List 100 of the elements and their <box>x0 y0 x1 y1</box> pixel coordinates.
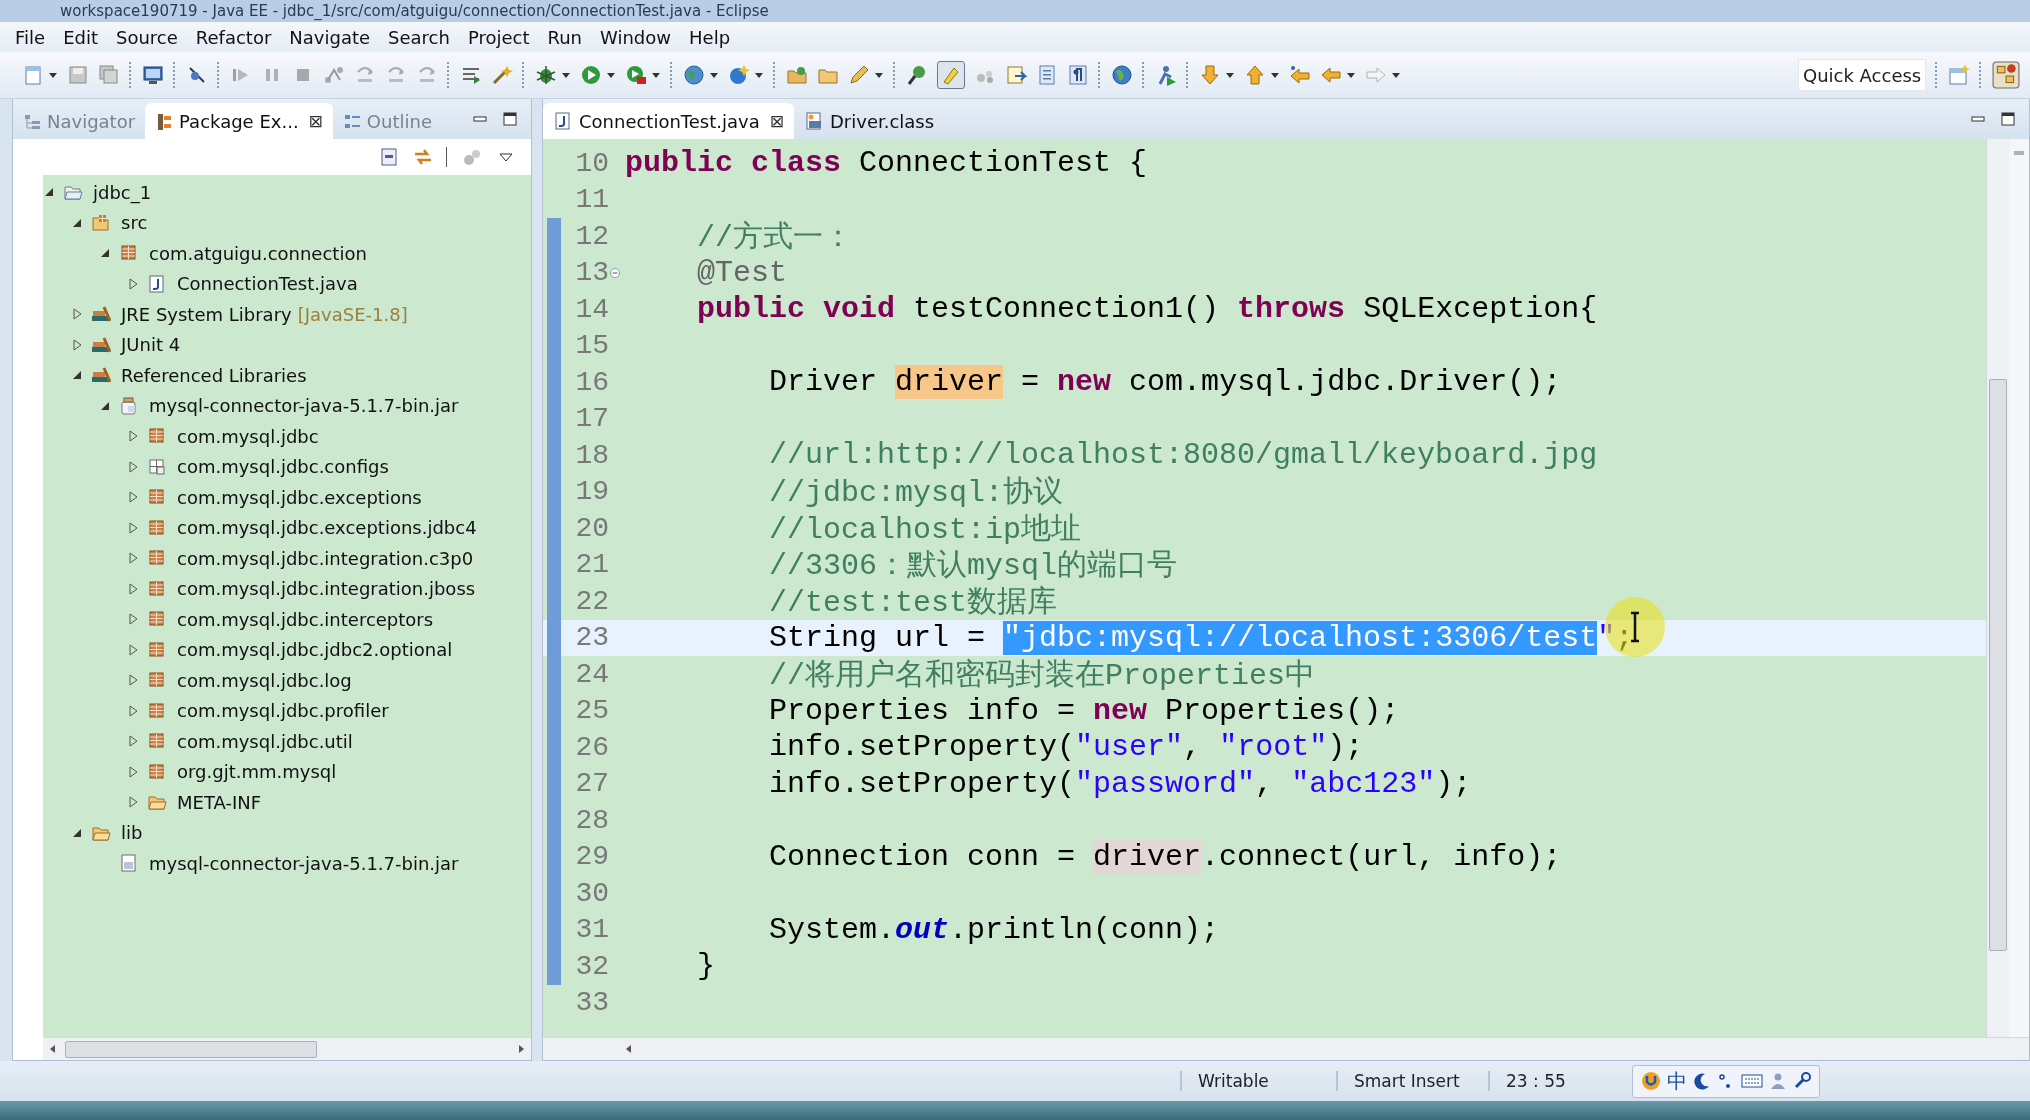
tree-item[interactable]: com.mysql.jdbc.jdbc2.optional <box>177 639 453 661</box>
wand-icon[interactable] <box>491 64 513 86</box>
scrollbar[interactable] <box>43 1037 531 1060</box>
new-class-icon[interactable] <box>728 64 750 86</box>
collapsed-arrow-icon[interactable] <box>127 704 139 717</box>
perspective-icon[interactable] <box>1992 61 2020 89</box>
quick-access-field[interactable]: Quick Access <box>1798 59 1926 91</box>
tree-item[interactable]: com.mysql.jdbc.exceptions <box>177 486 422 508</box>
keyboard-icon[interactable] <box>1741 1072 1763 1090</box>
tree-item[interactable]: mysql-connector-java-5.1.7-bin.jar <box>149 395 459 417</box>
tree-item[interactable]: ConnectionTest.java <box>177 273 358 295</box>
collapsed-arrow-icon[interactable] <box>127 491 139 504</box>
search-icon[interactable] <box>906 64 928 86</box>
tree-item[interactable]: com.mysql.jdbc.util <box>177 730 353 752</box>
collapsed-arrow-icon[interactable] <box>127 796 139 809</box>
tree-item[interactable]: com.mysql.jdbc.log <box>177 669 352 691</box>
collapsed-arrow-icon[interactable] <box>127 643 139 656</box>
run-tool-icon[interactable] <box>625 64 647 86</box>
connector-icon[interactable] <box>323 64 345 86</box>
editor-tab[interactable]: Driver.class <box>794 103 945 139</box>
tree-item[interactable]: META-INF <box>177 791 262 813</box>
tree-item[interactable]: com.mysql.jdbc.exceptions.jdbc4 <box>177 517 477 539</box>
collapsed-arrow-icon[interactable] <box>71 308 83 321</box>
tree-item[interactable]: com.mysql.jdbc.profiler <box>177 700 389 722</box>
tree-item[interactable]: mysql-connector-java-5.1.7-bin.jar <box>149 852 459 874</box>
collapsed-arrow-icon[interactable] <box>71 338 83 351</box>
ime-logo-icon[interactable] <box>1641 1071 1661 1091</box>
tree-item[interactable]: Referenced Libraries <box>121 364 307 386</box>
pencil-icon[interactable] <box>848 64 870 86</box>
line-number: 11 <box>574 184 609 216</box>
editor-tab[interactable]: ConnectionTest.java ⊠ <box>543 103 794 139</box>
line-number: 33 <box>574 987 609 1019</box>
run-icon[interactable] <box>580 64 602 86</box>
globe-icon[interactable] <box>683 64 705 86</box>
collapsed-arrow-icon[interactable] <box>127 613 139 626</box>
menu-item[interactable]: Navigate <box>280 26 380 48</box>
menu-item[interactable]: Edit <box>54 26 107 48</box>
line-number: 29 <box>574 841 609 873</box>
menu-item[interactable]: Window <box>591 26 680 48</box>
menu-item[interactable]: Help <box>680 26 740 48</box>
jar-file-icon <box>119 853 139 874</box>
menu-item[interactable]: File <box>6 26 55 48</box>
line-number: 10 <box>574 147 609 179</box>
moon-icon[interactable] <box>1693 1072 1711 1090</box>
collapsed-arrow-icon[interactable] <box>127 277 139 290</box>
view-tab[interactable]: Package Ex... ⊠ <box>145 103 333 139</box>
globe-icon[interactable] <box>1111 64 1133 86</box>
tree-item[interactable]: JUnit 4 <box>121 334 181 356</box>
maximize-icon[interactable] <box>1999 110 2017 128</box>
tree-item[interactable]: lib <box>121 822 143 844</box>
ime-toolbar[interactable]: 中 <box>1632 1064 1820 1098</box>
close-button[interactable]: ⊠ <box>308 111 323 131</box>
menu-item[interactable]: Refactor <box>186 26 281 48</box>
expanded-arrow-icon[interactable] <box>99 247 111 260</box>
back-icon[interactable] <box>1289 64 1311 86</box>
fold-icon[interactable] <box>609 266 621 279</box>
scroll-thumb[interactable] <box>65 1040 317 1058</box>
wrench-icon[interactable] <box>1793 1072 1811 1090</box>
line-number: 32 <box>574 950 609 982</box>
expanded-arrow-icon[interactable] <box>71 369 83 382</box>
bug-icon[interactable] <box>535 64 557 86</box>
code-line: //localhost:ip地址 <box>769 511 1082 549</box>
tree-item[interactable]: com.mysql.jdbc <box>177 425 319 447</box>
collapsed-arrow-icon[interactable] <box>127 430 139 443</box>
collapse-all-icon[interactable] <box>378 146 400 168</box>
expanded-arrow-icon[interactable] <box>43 186 55 199</box>
tree-item[interactable]: org.gjt.mm.mysql <box>177 761 337 783</box>
document-arrow-icon[interactable] <box>1005 64 1027 86</box>
tree-item[interactable]: com.atguigu.connection <box>149 242 367 264</box>
menu-item[interactable]: Run <box>538 26 592 48</box>
tree-item[interactable]: jdbc_1 <box>93 181 152 203</box>
code-line: //jdbc:mysql:协议 <box>769 475 1064 513</box>
collapsed-arrow-icon[interactable] <box>127 552 139 565</box>
tree-item[interactable]: com.mysql.jdbc.integration.c3p0 <box>177 547 474 569</box>
collapsed-arrow-icon[interactable] <box>127 735 139 748</box>
open-folder-icon[interactable] <box>786 64 808 86</box>
scrollbar[interactable] <box>543 1037 2029 1060</box>
tree-item[interactable]: com.mysql.jdbc.interceptors <box>177 608 434 630</box>
document-icon[interactable] <box>1036 64 1058 86</box>
menu-item[interactable]: Project <box>458 26 539 48</box>
overview-mark <box>2014 151 2024 155</box>
collapsed-arrow-icon[interactable] <box>127 674 139 687</box>
tree-item[interactable]: JRE System Library <box>121 303 292 325</box>
collapsed-arrow-icon[interactable] <box>127 582 139 595</box>
scrollbar[interactable] <box>1986 139 2009 1037</box>
menu-item[interactable]: Source <box>107 26 187 48</box>
highlighter-icon[interactable] <box>937 61 965 89</box>
maximize-icon[interactable] <box>501 110 519 128</box>
tree-item[interactable]: src <box>121 212 148 234</box>
monitor-icon[interactable] <box>142 64 164 86</box>
collapsed-arrow-icon[interactable] <box>127 765 139 778</box>
scroll-thumb[interactable] <box>1989 379 2007 951</box>
tree-item[interactable]: com.mysql.jdbc.configs <box>177 456 389 478</box>
collapsed-arrow-icon[interactable] <box>127 521 139 534</box>
close-button[interactable]: ⊠ <box>769 111 784 131</box>
pilcrow-icon[interactable] <box>1067 64 1089 86</box>
collapsed-arrow-icon[interactable] <box>127 460 139 473</box>
menu-item[interactable]: Search <box>379 26 459 48</box>
tree-item[interactable]: com.mysql.jdbc.integration.jboss <box>177 578 476 600</box>
ime-mode[interactable]: 中 <box>1667 1067 1687 1095</box>
